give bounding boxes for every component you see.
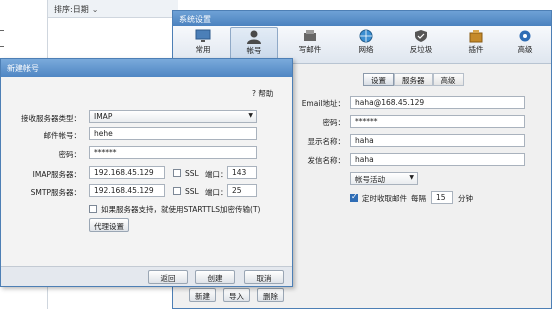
help-label: 帮助 [258,89,274,98]
smtp-server-field[interactable]: 192.168.45.129 [89,184,165,197]
timer-checkbox[interactable] [350,192,358,202]
tab-general[interactable]: 常用 [179,27,227,62]
smtp-port-label: 端口： [205,188,228,197]
smtp-server-label: SMTP服务器： [30,188,81,197]
interval-unit: 分钟 [458,194,473,203]
server-type-select[interactable]: IMAP ▼ [89,110,257,123]
server-type-value: IMAP [94,112,113,121]
email-account-label: 邮件帐号： [43,131,82,140]
chevron-down-icon: ▼ [409,174,414,181]
import-button[interactable]: 导入 [223,288,250,302]
dialog-password-field[interactable]: ****** [89,146,257,159]
imap-ssl-checkbox[interactable] [173,169,181,177]
new-account-button[interactable]: 新建 [189,288,216,302]
folder-item-marker [0,46,4,47]
proxy-settings-button[interactable]: 代理设置 [89,218,129,232]
gear-icon [519,30,531,42]
message-list-header: 排序:日期 ⌄ [48,0,178,18]
tab-account[interactable]: 帐号 [230,27,278,62]
chevron-down-icon: ▼ [248,112,253,119]
sender-name-field[interactable]: haha [350,153,525,166]
account-subtabs: 设置 服务器 高级 [363,73,464,86]
imap-port-label: 端口： [205,170,228,179]
plugin-icon [469,30,483,43]
imap-server-field[interactable]: 192.168.45.129 [89,166,165,179]
tab-label: 插件 [468,45,484,54]
tab-compose[interactable]: 写邮件 [286,27,334,62]
tab-antispam[interactable]: 反垃圾 [397,27,445,62]
compose-icon [304,30,316,41]
tab-label: 网络 [358,45,374,54]
imap-port-field[interactable]: 143 [227,166,257,179]
sort-label: 排序:日期 [54,5,89,14]
user-icon [247,30,261,44]
password-field[interactable]: ****** [350,115,525,128]
tab-label: 高级 [517,45,533,54]
monitor-icon [195,29,211,42]
display-name-field[interactable]: haha [350,134,525,147]
account-status-select[interactable]: 帐号活动 ▼ [350,172,418,185]
smtp-ssl-checkbox[interactable] [173,187,181,195]
back-button[interactable]: 返回 [148,270,188,284]
smtp-port-field[interactable]: 25 [227,184,257,197]
globe-icon [359,29,373,43]
interval-field[interactable]: 15 [431,191,453,204]
tab-label: 帐号 [246,46,262,55]
starttls-checkbox[interactable] [89,205,97,213]
interval-prefix: 每隔 [411,194,426,203]
help-icon: ? [252,89,256,98]
smtp-ssl-label: SSL [185,187,199,196]
account-status-value: 帐号活动 [355,175,385,184]
dialog-title: 新建帐号 [1,59,292,77]
tab-plugins[interactable]: 插件 [452,27,500,62]
starttls-label: 如果服务器支持，就使用STARTTLS加密传输(T) [101,205,261,214]
settings-title: 系统设置 [173,11,551,26]
dialog-footer: 返回 创建 取消 [1,266,292,286]
delete-button[interactable]: 删除 [257,288,284,302]
subtab-advanced[interactable]: 高级 [432,73,464,86]
cancel-button[interactable]: 取消 [244,270,284,284]
timer-label: 定时收取邮件 [362,194,407,203]
tab-label: 反垃圾 [409,45,433,54]
shield-icon [415,30,427,42]
tab-advanced[interactable]: 高级 [501,27,549,62]
subtab-settings[interactable]: 设置 [363,73,394,86]
tab-label: 常用 [195,45,211,54]
new-account-dialog: 新建帐号 ? 帮助 接收服务器类型： IMAP ▼ 邮件帐号： hehe 密码：… [0,58,293,287]
email-account-field[interactable]: hehe [89,127,257,140]
imap-ssl-label: SSL [185,169,199,178]
tab-network[interactable]: 网络 [342,27,390,62]
dialog-password-label: 密码： [58,150,82,159]
create-button[interactable]: 创建 [195,270,235,284]
imap-server-label: IMAP服务器： [32,170,81,179]
folder-item-marker [0,30,4,31]
server-type-label: 接收服务器类型： [21,114,81,123]
sort-dropdown[interactable]: 排序:日期 ⌄ [54,4,98,15]
help-link[interactable]: ? 帮助 [252,88,273,99]
tab-label: 写邮件 [298,45,322,54]
email-address-field[interactable]: haha@168.45.129 [350,96,525,109]
chevron-down-icon: ⌄ [91,5,99,14]
subtab-server[interactable]: 服务器 [394,73,433,86]
